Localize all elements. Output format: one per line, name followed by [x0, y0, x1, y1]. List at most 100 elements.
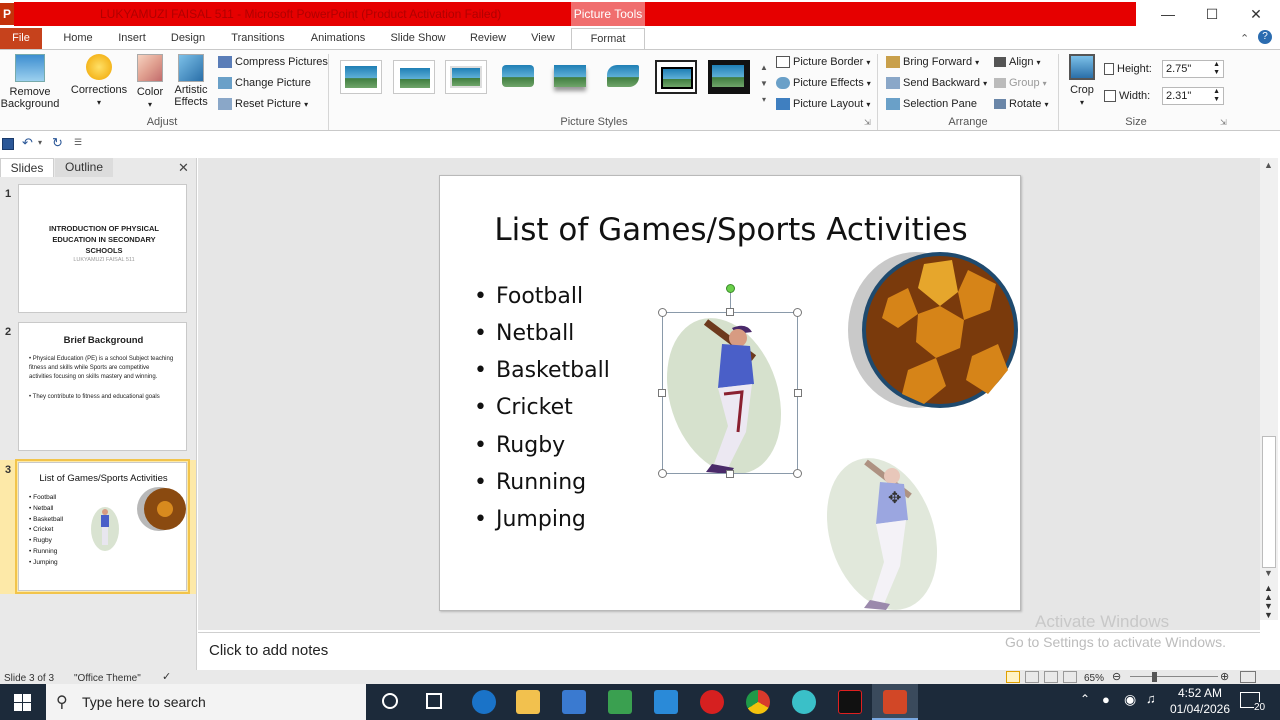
file-explorer-icon[interactable] [516, 690, 540, 714]
slide-title[interactable]: List of Games/Sports Activities [440, 212, 1022, 248]
cortana-icon[interactable] [382, 693, 398, 709]
slide-bullet[interactable]: Basketball [474, 358, 610, 383]
resize-handle-nw[interactable] [658, 308, 667, 317]
edge-icon[interactable] [472, 690, 496, 714]
height-input[interactable]: 2.75" ▲ ▼ [1162, 60, 1224, 78]
store-icon[interactable] [562, 690, 586, 714]
powerpoint-logo-icon[interactable]: P [0, 3, 14, 25]
width-input[interactable]: 2.31" ▲ ▼ [1162, 87, 1224, 105]
crop-button[interactable]: Crop ▾ [1064, 54, 1100, 109]
tab-outline[interactable]: Outline [55, 158, 113, 177]
slideshow-view-icon[interactable] [1063, 671, 1077, 683]
picture-border-button[interactable]: Picture Border ▾ [776, 53, 870, 71]
current-slide[interactable]: List of Games/Sports Activities Football… [439, 175, 1021, 611]
customize-qat-icon[interactable]: ☰ [74, 137, 82, 148]
netflix-icon[interactable] [838, 690, 862, 714]
maximize-button[interactable]: ☐ [1190, 0, 1234, 28]
picture-style-5[interactable] [550, 60, 592, 94]
resize-handle-se[interactable] [793, 469, 802, 478]
resize-handle-e[interactable] [794, 389, 802, 397]
tab-file[interactable]: File [0, 28, 42, 49]
slide-bullet[interactable]: Running [474, 470, 586, 495]
scroll-up-icon[interactable]: ▲ [1264, 160, 1273, 170]
slide-thumbnail-3[interactable]: List of Games/Sports Activities • Footba… [15, 459, 190, 594]
corrections-button[interactable]: Corrections ▾ [68, 54, 130, 109]
tab-slides[interactable]: Slides [0, 158, 54, 177]
resize-handle-s[interactable] [726, 470, 734, 478]
selection-frame[interactable] [662, 312, 798, 474]
microphone-icon[interactable]: ● [1102, 692, 1110, 707]
align-button[interactable]: Align ▾ [994, 53, 1041, 71]
rotation-handle[interactable] [726, 284, 735, 293]
rotate-button[interactable]: Rotate ▾ [994, 95, 1049, 113]
slide-thumbnail-2[interactable]: Brief Background • Physical Education (P… [18, 322, 187, 451]
undo-icon[interactable]: ↶ [22, 135, 33, 151]
selection-pane-button[interactable]: Selection Pane [886, 95, 977, 113]
picture-style-8[interactable] [708, 60, 750, 94]
resize-handle-n[interactable] [726, 308, 734, 316]
reset-picture-button[interactable]: Reset Picture ▾ [218, 95, 308, 113]
slide-bullet[interactable]: Football [474, 284, 583, 309]
slide-sorter-icon[interactable] [1025, 671, 1039, 683]
tab-slide-show[interactable]: Slide Show [386, 28, 450, 49]
zoom-out-icon[interactable]: ⊖ [1112, 670, 1121, 683]
tab-review[interactable]: Review [464, 28, 512, 49]
taskbar-search[interactable]: ⚲ Type here to search [46, 684, 366, 720]
zoom-in-icon[interactable]: ⊕ [1220, 670, 1229, 683]
size-dialog-launcher-icon[interactable]: ⇲ [1220, 118, 1227, 127]
remove-background-button[interactable]: Remove Background [0, 54, 60, 110]
normal-view-icon[interactable] [1006, 671, 1020, 683]
next-slide-icon[interactable]: ▼ ▼ [1264, 602, 1273, 620]
clock-time[interactable]: 4:52 AM [1170, 686, 1230, 700]
notes-placeholder[interactable]: Click to add notes [209, 642, 328, 659]
zoom-slider-thumb[interactable] [1152, 672, 1157, 682]
resize-handle-sw[interactable] [658, 469, 667, 478]
zoom-level[interactable]: 65% [1084, 673, 1104, 684]
theme-name[interactable]: "Office Theme" [74, 673, 141, 684]
volume-icon[interactable]: ♫ [1146, 691, 1156, 706]
youtube-icon[interactable] [700, 690, 724, 714]
picture-style-6[interactable] [603, 60, 645, 94]
photos-icon[interactable] [608, 690, 632, 714]
scroll-down-icon[interactable]: ▼ [1264, 568, 1273, 578]
vertical-scrollbar[interactable]: ▲ ▼ ▲ ▲ ▼ ▼ [1260, 158, 1278, 620]
close-button[interactable]: ✕ [1234, 0, 1278, 28]
baseball-player-ghost-picture[interactable] [820, 454, 950, 610]
tray-expand-icon[interactable]: ⌃ [1080, 692, 1090, 706]
gallery-scroll[interactable]: ▲ ▼ ▾ [758, 60, 770, 110]
app-icon[interactable] [792, 690, 816, 714]
change-picture-button[interactable]: Change Picture [218, 74, 311, 92]
picture-style-7[interactable] [655, 60, 697, 94]
save-icon[interactable] [2, 138, 14, 150]
slide-bullet[interactable]: Jumping [474, 507, 586, 532]
resize-handle-ne[interactable] [793, 308, 802, 317]
send-backward-button[interactable]: Send Backward ▾ [886, 74, 987, 92]
tab-format[interactable]: Format [571, 28, 645, 50]
picture-style-4[interactable] [498, 60, 540, 94]
close-panel-icon[interactable]: ✕ [178, 160, 189, 176]
clock-date[interactable]: 01/04/2026 [1164, 702, 1236, 716]
collapse-ribbon-icon[interactable]: ⌃ [1240, 32, 1249, 45]
undo-dropdown-icon[interactable]: ▾ [38, 138, 42, 147]
resize-handle-w[interactable] [658, 389, 666, 397]
tab-insert[interactable]: Insert [110, 28, 154, 49]
powerpoint-taskbar-button[interactable] [872, 684, 918, 720]
tab-transitions[interactable]: Transitions [226, 28, 290, 49]
picture-layout-button[interactable]: Picture Layout ▾ [776, 95, 870, 113]
tab-home[interactable]: Home [56, 28, 100, 49]
zoom-slider[interactable] [1130, 676, 1218, 677]
artistic-effects-button[interactable]: Artistic Effects [168, 54, 214, 108]
slide-bullet[interactable]: Netball [474, 321, 574, 346]
chrome-icon[interactable] [746, 690, 770, 714]
picture-style-1[interactable] [340, 60, 382, 94]
slide-bullet[interactable]: Cricket [474, 395, 573, 420]
help-icon[interactable]: ? [1258, 30, 1272, 44]
slide-bullet[interactable]: Rugby [474, 433, 565, 458]
spell-check-icon[interactable]: ✓ [162, 670, 171, 683]
reading-view-icon[interactable] [1044, 671, 1058, 683]
tab-view[interactable]: View [524, 28, 562, 49]
dialog-launcher-icon[interactable]: ⇲ [864, 118, 871, 127]
repeat-icon[interactable]: ↻ [52, 135, 63, 151]
picture-style-3[interactable] [445, 60, 487, 94]
tab-animations[interactable]: Animations [304, 28, 372, 49]
